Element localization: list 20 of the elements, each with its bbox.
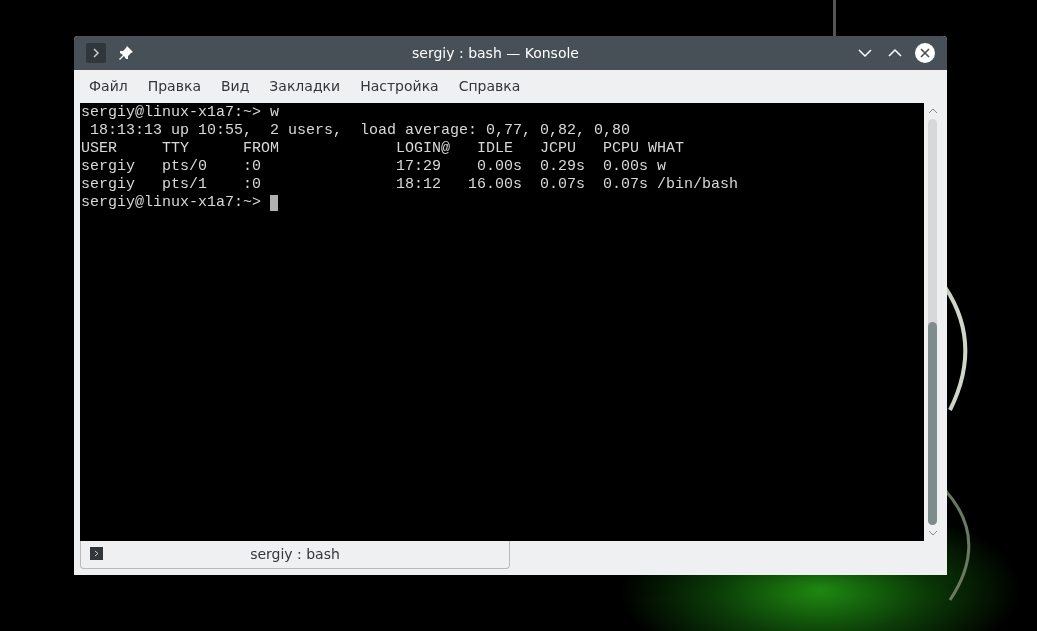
menu-item[interactable]: Вид xyxy=(211,74,259,99)
terminal-line: sergiy pts/0 :0 17:29 0.00s 0.29s 0.00s w xyxy=(81,158,667,176)
window-title: sergiy : bash — Konsole xyxy=(411,43,580,63)
terminal-icon[interactable] xyxy=(86,43,106,63)
session-tab[interactable]: sergiy : bash xyxy=(80,541,510,569)
terminal-line: sergiy@linux-x1a7:~> xyxy=(81,194,263,212)
menu-item[interactable]: Правка xyxy=(138,74,210,99)
close-icon[interactable] xyxy=(915,43,935,63)
menu-item[interactable]: Справка xyxy=(449,74,530,99)
terminal-icon xyxy=(90,547,103,560)
menu-item[interactable]: Настройка xyxy=(351,74,448,99)
terminal-line: 18:13:13 up 10:55, 2 users, load average: 0,77, 0,82, 0,80 xyxy=(89,122,631,140)
text-cursor xyxy=(270,195,279,211)
terminal-line: sergiy@linux-x1a7:~> w xyxy=(81,104,280,122)
menu-item[interactable]: Закладки xyxy=(260,74,350,99)
menu-item[interactable]: Файл xyxy=(80,74,137,99)
terminal-line: USER TTY FROM LOGIN@ IDLE JCPU PCPU WHAT xyxy=(81,140,685,158)
terminal-line: sergiy pts/1 :0 18:12 16.00s 0.07s 0.07s /bin/bash xyxy=(81,176,739,194)
pin-icon[interactable] xyxy=(118,45,134,61)
scrollbar-thumb[interactable] xyxy=(928,322,937,525)
